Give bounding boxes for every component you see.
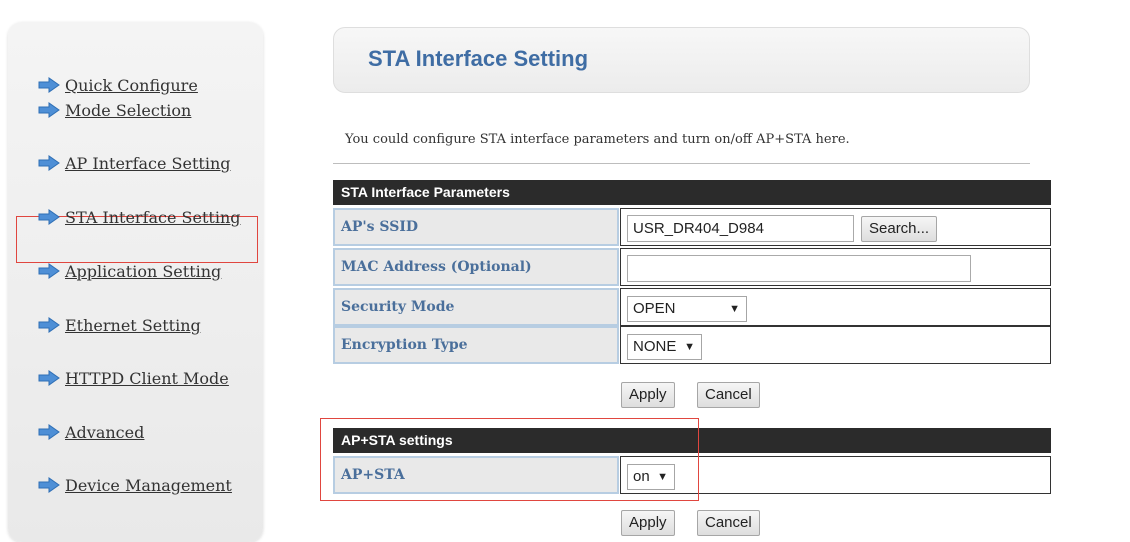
security-row: Security Mode OPEN ▼ (333, 288, 1051, 326)
arrow-right-icon (38, 77, 60, 93)
sidebar-item-label: Mode Selection (65, 100, 192, 120)
mac-label: MAC Address (Optional) (333, 248, 619, 286)
sidebar-item-device-management[interactable]: Device Management (38, 470, 232, 500)
arrow-right-icon (38, 209, 60, 225)
page-title: STA Interface Setting (368, 46, 589, 71)
encryption-type-label: Encryption Type (333, 326, 619, 364)
mac-row: MAC Address (Optional) (333, 248, 1051, 286)
section-header-sta-params: STA Interface Parameters (333, 180, 1051, 205)
sidebar-item-application-setting[interactable]: Application Setting (38, 256, 221, 286)
arrow-right-icon (38, 424, 60, 440)
sidebar-item-label: STA Interface Setting (65, 207, 241, 227)
sidebar-item-httpd-client-mode[interactable]: HTTPD Client Mode (38, 363, 229, 393)
security-mode-label: Security Mode (333, 288, 619, 326)
sidebar-item-ethernet-setting[interactable]: Ethernet Setting (38, 310, 201, 340)
apsta-cancel-button[interactable]: Cancel (697, 510, 760, 536)
arrow-right-icon (38, 155, 60, 171)
ssid-row: AP's SSID USR_DR404_D984 Search... (333, 208, 1051, 246)
arrow-right-icon (38, 263, 60, 279)
ssid-label: AP's SSID (333, 208, 619, 246)
sidebar-item-label: HTTPD Client Mode (65, 368, 229, 388)
page-description: You could configure STA interface parame… (345, 132, 850, 147)
apsta-highlight (320, 418, 699, 501)
arrow-right-icon (38, 370, 60, 386)
sidebar-item-advanced[interactable]: Advanced (38, 417, 144, 447)
cancel-button[interactable]: Cancel (697, 382, 760, 408)
apply-button[interactable]: Apply (621, 382, 675, 408)
apsta-apply-button[interactable]: Apply (621, 510, 675, 536)
encryption-type-select[interactable]: NONE ▼ (627, 334, 702, 360)
security-mode-select[interactable]: OPEN ▼ (627, 296, 747, 322)
encryption-row: Encryption Type NONE ▼ (333, 326, 1051, 364)
sidebar-item-label: Advanced (65, 422, 145, 442)
caret-down-icon: ▼ (684, 341, 695, 353)
mac-cell (620, 248, 1051, 286)
sidebar-nav: Quick Configure Mode Selection AP Interf… (8, 22, 263, 542)
page-header: STA Interface Setting (333, 27, 1030, 93)
encryption-cell: NONE ▼ (620, 326, 1051, 364)
arrow-right-icon (38, 102, 60, 118)
caret-down-icon: ▼ (729, 303, 740, 315)
mac-address-input[interactable] (627, 255, 971, 282)
security-mode-value: OPEN (633, 300, 676, 317)
ssid-cell: USR_DR404_D984 Search... (620, 208, 1051, 246)
sidebar-item-label: Application Setting (65, 261, 222, 281)
sidebar-item-label: Quick Configure (65, 75, 198, 95)
divider (333, 163, 1030, 164)
sidebar-item-label: Device Management (65, 475, 232, 495)
sidebar-item-sta-interface-setting[interactable]: STA Interface Setting (38, 202, 241, 232)
arrow-right-icon (38, 317, 60, 333)
sidebar-item-label: Ethernet Setting (65, 315, 201, 335)
ssid-input[interactable]: USR_DR404_D984 (627, 215, 854, 242)
arrow-right-icon (38, 477, 60, 493)
sidebar-item-mode-selection[interactable]: Mode Selection (38, 95, 191, 125)
sidebar-item-ap-interface-setting[interactable]: AP Interface Setting (38, 148, 231, 178)
security-cell: OPEN ▼ (620, 288, 1051, 326)
search-button[interactable]: Search... (861, 216, 938, 242)
encryption-type-value: NONE (633, 338, 677, 355)
sidebar-item-label: AP Interface Setting (65, 153, 231, 173)
